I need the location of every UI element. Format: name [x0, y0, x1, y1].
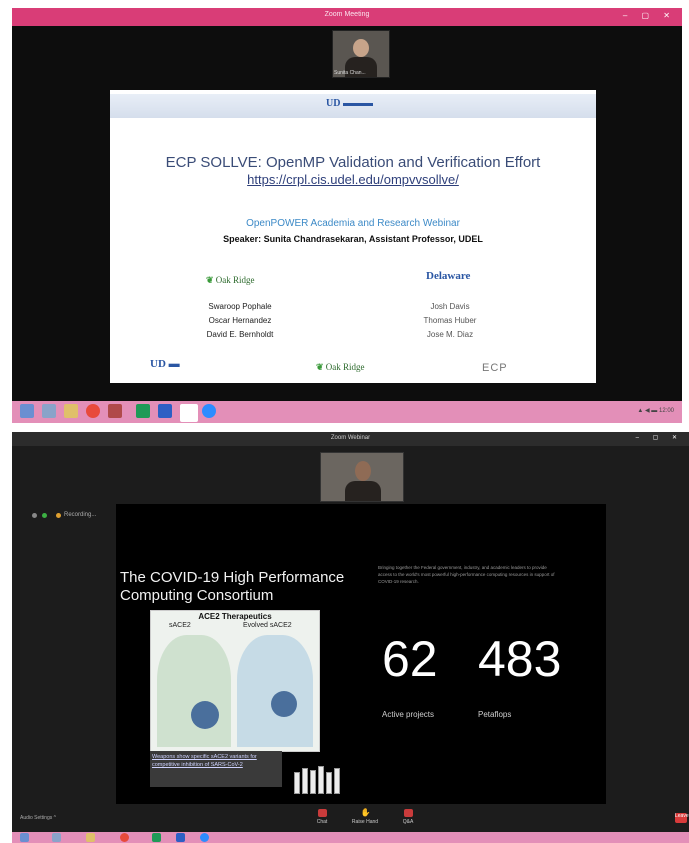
virus-illustration: [191, 701, 219, 729]
ace2-figure: ACE2 Therapeutics sACE2 Evolved sACE2: [150, 610, 320, 752]
zoom-webinar-window: Zoom Webinar – ▢ ✕ Recording... The COVI…: [12, 432, 689, 843]
figure-left-label: sACE2: [169, 622, 191, 629]
zoom-icon[interactable]: [202, 404, 216, 418]
folder-icon[interactable]: [86, 833, 95, 842]
ud-names: Josh Davis Thomas Huber Jose M. Diaz: [390, 300, 510, 342]
virus-illustration: [271, 691, 297, 717]
speaker-label: Speaker: Sunita Chandrasekaran, Assistan…: [223, 234, 483, 244]
participant-face: [353, 39, 369, 57]
slide-url[interactable]: https://crpl.cis.udel.edu/ompvvsollve/: [110, 172, 596, 187]
figure-title: ACE2 Therapeutics: [198, 612, 272, 621]
chat-icon: [317, 809, 327, 817]
cell-illustration: [157, 635, 231, 747]
level-bar: [334, 768, 340, 794]
ornl-logo: ❦ Oak Ridge: [316, 362, 365, 373]
leaf-icon: ❦: [206, 275, 214, 285]
ud-name: Jose M. Diaz: [426, 330, 474, 339]
level-bar: [302, 768, 308, 794]
qa-icon: [403, 809, 413, 817]
window-titlebar[interactable]: Zoom Meeting – ▢ ✕: [12, 8, 682, 26]
hand-icon: ✋: [360, 808, 371, 817]
status-dot-icon: [42, 513, 47, 518]
start-icon[interactable]: [20, 404, 34, 418]
window-titlebar[interactable]: Zoom Webinar – ▢ ✕: [12, 432, 689, 446]
ud-name: Josh Davis: [430, 302, 470, 311]
stat-active-projects-value: 62: [382, 631, 438, 687]
window-controls[interactable]: – ▢ ✕: [623, 11, 676, 20]
window-title: Zoom Webinar: [330, 435, 371, 441]
ornl-name: Oscar Hernandez: [208, 316, 272, 325]
ornl-name: David E. Bernholdt: [206, 330, 274, 339]
participant-name: Sunita Chan...: [334, 70, 366, 76]
chevron-left-icon[interactable]: [32, 513, 37, 518]
record-icon: [56, 513, 61, 518]
qa-button[interactable]: Q&A: [393, 809, 423, 825]
search-icon[interactable]: [42, 404, 56, 418]
ud-logo-icon: UD ▬▬▬: [326, 98, 373, 109]
taskbar: ▲ ◀ ▬ 12:00: [12, 401, 682, 423]
folder-icon[interactable]: [64, 404, 78, 418]
explorer-icon[interactable]: [180, 404, 198, 422]
zoom-meeting-window: Zoom Meeting – ▢ ✕ Sunita Chan... UD ▬▬▬…: [12, 8, 682, 423]
start-icon[interactable]: [20, 833, 29, 842]
ud-name: Thomas Huber: [423, 316, 477, 325]
audio-settings-button[interactable]: Audio Settings ^: [20, 815, 56, 821]
stat-petaflops-label: Petaflops: [478, 710, 512, 719]
ornl-logo: ❦ Oak Ridge: [206, 275, 255, 286]
slide-title: The COVID-19 High Performance Computing …: [120, 569, 345, 604]
zoom-icon[interactable]: [200, 833, 209, 842]
excel-icon[interactable]: [152, 833, 161, 842]
slide-title: ECP SOLLVE: OpenMP Validation and Verifi…: [165, 154, 541, 171]
chrome-icon[interactable]: [86, 404, 100, 418]
app-icon[interactable]: [108, 404, 122, 418]
word-icon[interactable]: [158, 404, 172, 418]
leave-button[interactable]: Leave: [675, 813, 689, 823]
ornl-name: Swaroop Pophale: [208, 302, 272, 311]
search-icon[interactable]: [52, 833, 61, 842]
shared-slide: The COVID-19 High Performance Computing …: [116, 504, 606, 804]
ornl-logo-text: Oak Ridge: [325, 362, 365, 372]
raise-hand-label: Raise Hand: [351, 819, 379, 825]
raise-hand-button[interactable]: ✋ Raise Hand: [350, 808, 380, 826]
ornl-names: Swaroop Pophale Oscar Hernandez David E.…: [180, 300, 300, 342]
figure-right-label: Evolved sACE2: [243, 622, 292, 629]
leaf-icon: ❦: [316, 362, 324, 372]
participant-body: [345, 481, 381, 501]
figure-caption-link[interactable]: Weapons show specific sACE2 variants for…: [150, 751, 282, 787]
ecp-logo: ECP: [482, 362, 508, 374]
stat-petaflops-value: 483: [478, 631, 562, 687]
level-bar: [326, 772, 332, 794]
qa-label: Q&A: [402, 819, 414, 825]
window-controls[interactable]: – ▢ ✕: [636, 434, 683, 441]
excel-icon[interactable]: [136, 404, 150, 418]
chrome-icon[interactable]: [120, 833, 129, 842]
level-bar: [310, 770, 316, 794]
cell-illustration: [237, 635, 313, 747]
system-tray[interactable]: ▲ ◀ ▬ 12:00: [637, 407, 674, 414]
level-bar: [318, 766, 324, 794]
ud-logo-text: Delaware: [426, 270, 471, 282]
slide-description: Bringing together the Federal government…: [378, 565, 555, 584]
recording-label: Recording...: [64, 512, 97, 518]
shared-slide: UD ▬▬▬ ECP SOLLVE: OpenMP Validation and…: [110, 90, 596, 383]
stat-active-projects-label: Active projects: [382, 710, 435, 719]
webinar-label: OpenPOWER Academia and Research Webinar: [246, 218, 460, 229]
chat-button[interactable]: Chat: [307, 809, 337, 825]
word-icon[interactable]: [176, 833, 185, 842]
window-title: Zoom Meeting: [324, 11, 370, 18]
taskbar: [12, 832, 689, 843]
chat-label: Chat: [316, 819, 328, 825]
ud-logo-icon: Delaware: [426, 270, 470, 282]
participant-face: [355, 461, 371, 481]
level-bar: [294, 772, 300, 794]
participant-video[interactable]: [320, 452, 404, 502]
ornl-logo-text: Oak Ridge: [215, 275, 255, 285]
ud-logo-icon: UD ▬: [150, 358, 180, 370]
